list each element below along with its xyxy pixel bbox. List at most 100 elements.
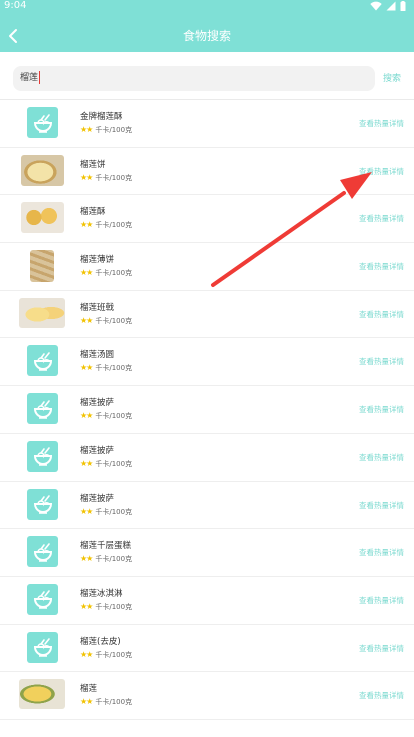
- food-name: 金牌榴莲酥: [80, 112, 123, 122]
- rating-stars-icon: ★★: [80, 458, 93, 468]
- calorie-unit: 千卡/100克: [95, 602, 133, 611]
- food-name: 榴莲千层蛋糕: [80, 541, 132, 552]
- view-calorie-detail-link[interactable]: 查看热量详情: [359, 644, 404, 654]
- calorie-unit: 千卡/100克: [95, 269, 133, 278]
- food-name: 榴莲薄饼: [80, 255, 115, 266]
- food-photo: [30, 250, 54, 283]
- food-placeholder-thumb: [27, 393, 58, 425]
- rating-stars-icon: ★★: [80, 125, 93, 134]
- search-input-value: 榴莲: [20, 73, 39, 83]
- food-bowl-icon: [33, 542, 52, 562]
- food-placeholder-thumb: [27, 440, 58, 472]
- search-bar: 榴莲 搜索: [0, 52, 414, 102]
- calorie-unit: 千卡/100克: [95, 459, 133, 468]
- rating-stars-icon: ★★: [80, 315, 93, 325]
- food-placeholder-thumb: [27, 536, 58, 568]
- battery-icon: [400, 1, 406, 11]
- result-row[interactable]: 榴莲千层蛋糕 ★★ 千卡/100克 查看热量详情: [0, 529, 414, 577]
- calorie-meta: ★★ 千卡/100克: [80, 220, 132, 230]
- calorie-unit: 千卡/100克: [95, 126, 133, 134]
- app-header: 9:04 食物搜索: [0, 0, 414, 52]
- food-placeholder-thumb: [27, 107, 58, 138]
- food-bowl-icon: [33, 590, 52, 610]
- status-icons: [370, 1, 406, 11]
- view-calorie-detail-link[interactable]: 查看热量详情: [359, 167, 404, 177]
- result-row[interactable]: 榴莲披萨 ★★ 千卡/100克 查看热量详情: [0, 434, 414, 482]
- food-name: 榴莲披萨: [80, 398, 115, 409]
- view-calorie-detail-link[interactable]: 查看热量详情: [359, 501, 404, 511]
- food-bowl-icon: [33, 113, 52, 133]
- food-name: 榴莲酥: [80, 207, 106, 218]
- calorie-unit: 千卡/100克: [95, 173, 133, 182]
- view-calorie-detail-link[interactable]: 查看热量详情: [359, 596, 404, 606]
- search-button[interactable]: 搜索: [383, 72, 401, 86]
- calorie-meta: ★★ 千卡/100克: [80, 697, 132, 707]
- result-row[interactable]: 榴莲班戟 ★★ 千卡/100克 查看热量详情: [0, 291, 414, 339]
- rating-stars-icon: ★★: [80, 697, 93, 707]
- food-name: 榴莲披萨: [80, 493, 115, 504]
- view-calorie-detail-link[interactable]: 查看热量详情: [359, 310, 404, 320]
- food-bowl-icon: [33, 495, 52, 514]
- calorie-meta: ★★ 千卡/100克: [80, 173, 132, 183]
- food-placeholder-thumb: [27, 488, 58, 520]
- rating-stars-icon: ★★: [80, 363, 93, 373]
- calorie-unit: 千卡/100克: [95, 364, 133, 373]
- view-calorie-detail-link[interactable]: 查看热量详情: [359, 548, 404, 558]
- rating-stars-icon: ★★: [80, 220, 93, 230]
- food-placeholder-thumb: [27, 631, 58, 663]
- rating-stars-icon: ★★: [80, 411, 93, 421]
- calorie-meta: ★★ 千卡/100克: [80, 650, 132, 660]
- page-title: 食物搜索: [182, 29, 231, 43]
- food-bowl-icon: [33, 447, 52, 467]
- result-row[interactable]: 榴莲薄饼 ★★ 千卡/100克 查看热量详情: [0, 243, 414, 291]
- calorie-unit: 千卡/100克: [95, 221, 133, 230]
- wifi-icon: [370, 1, 382, 11]
- view-calorie-detail-link[interactable]: 查看热量详情: [359, 119, 404, 129]
- view-calorie-detail-link[interactable]: 查看热量详情: [359, 453, 404, 463]
- status-time: 9:04: [4, 0, 27, 11]
- status-bar: 9:04: [0, 0, 414, 13]
- result-row[interactable]: 榴莲饼 ★★ 千卡/100克 查看热量详情: [0, 148, 414, 196]
- calorie-meta: ★★ 千卡/100克: [80, 268, 132, 278]
- view-calorie-detail-link[interactable]: 查看热量详情: [359, 405, 404, 415]
- calorie-meta: ★★ 千卡/100克: [80, 507, 132, 517]
- food-bowl-icon: [33, 399, 52, 419]
- result-row[interactable]: 榴莲 ★★ 千卡/100克 查看热量详情: [0, 672, 414, 720]
- food-photo: [19, 297, 65, 328]
- food-name: 榴莲冰淇淋: [80, 588, 123, 599]
- calorie-meta: ★★ 千卡/100克: [80, 125, 132, 135]
- calorie-meta: ★★ 千卡/100克: [80, 363, 132, 373]
- food-bowl-icon: [33, 352, 52, 371]
- food-name: 榴莲披萨: [80, 445, 115, 456]
- result-row[interactable]: 榴莲披萨 ★★ 千卡/100克 查看热量详情: [0, 482, 414, 530]
- calorie-unit: 千卡/100克: [95, 650, 133, 659]
- view-calorie-detail-link[interactable]: 查看热量详情: [359, 214, 404, 224]
- result-list: 金牌榴莲酥 ★★ 千卡/100克 查看热量详情 榴莲饼 ★★ 千卡/100克 查看热量详情 榴莲…: [0, 100, 414, 737]
- result-row[interactable]: 金牌榴莲酥 ★★ 千卡/100克 查看热量详情: [0, 100, 414, 148]
- result-row[interactable]: 榴莲汤圆 ★★ 千卡/100克 查看热量详情: [0, 338, 414, 387]
- calorie-unit: 千卡/100克: [95, 316, 133, 325]
- rating-stars-icon: ★★: [80, 172, 93, 182]
- result-row[interactable]: 榴莲酥 ★★ 千卡/100克 查看热量详情: [0, 195, 414, 244]
- food-name: 榴莲汤圆: [80, 350, 115, 361]
- food-placeholder-thumb: [27, 345, 58, 377]
- view-calorie-detail-link[interactable]: 查看热量详情: [359, 357, 404, 367]
- food-name: 榴莲: [80, 684, 98, 695]
- calorie-unit: 千卡/100克: [95, 412, 133, 421]
- result-row[interactable]: 榴莲披萨 ★★ 千卡/100克 查看热量详情: [0, 386, 414, 434]
- text-caret: [39, 71, 41, 84]
- view-calorie-detail-link[interactable]: 查看热量详情: [359, 262, 404, 272]
- calorie-meta: ★★ 千卡/100克: [80, 411, 132, 421]
- view-calorie-detail-link[interactable]: 查看热量详情: [359, 691, 404, 701]
- food-photo: [19, 679, 65, 710]
- result-row[interactable]: 榴莲(去皮) ★★ 千卡/100克 查看热量详情: [0, 625, 414, 673]
- food-photo: [21, 154, 64, 186]
- calorie-meta: ★★ 千卡/100克: [80, 554, 132, 564]
- calorie-unit: 千卡/100克: [95, 555, 133, 564]
- rating-stars-icon: ★★: [80, 649, 93, 659]
- signal-icon: [386, 1, 396, 11]
- calorie-meta: ★★ 千卡/100克: [80, 459, 132, 469]
- calorie-unit: 千卡/100克: [95, 698, 133, 707]
- result-row[interactable]: 榴莲冰淇淋 ★★ 千卡/100克 查看热量详情: [0, 577, 414, 625]
- search-input[interactable]: 榴莲: [13, 66, 375, 91]
